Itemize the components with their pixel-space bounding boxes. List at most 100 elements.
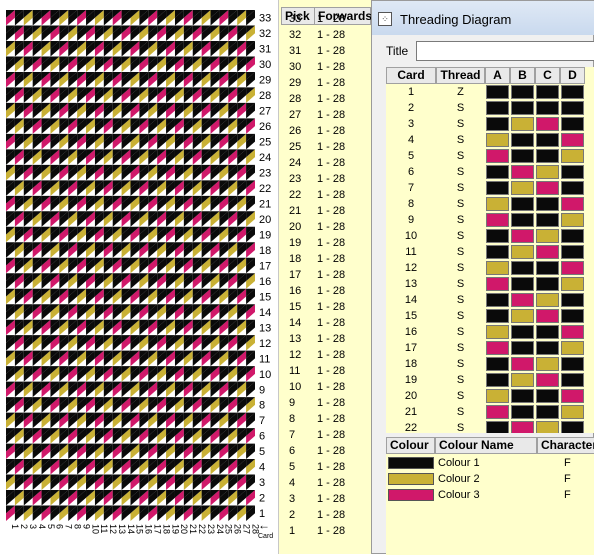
hole-c-cell[interactable]	[536, 341, 559, 355]
hole-b-cell[interactable]	[511, 117, 534, 131]
pick-number[interactable]: 22	[289, 187, 315, 203]
hole-b-cell[interactable]	[511, 421, 534, 433]
hole-b-cell[interactable]	[511, 245, 534, 259]
colour-character[interactable]: F	[564, 471, 571, 487]
window-icon[interactable]: ⁘	[378, 12, 392, 26]
hole-c-cell[interactable]	[536, 133, 559, 147]
pick-forwards[interactable]: 1 - 28	[317, 379, 369, 395]
pick-number[interactable]: 10	[289, 379, 315, 395]
pick-number[interactable]: 29	[289, 75, 315, 91]
pick-forwards[interactable]: 1 - 28	[317, 331, 369, 347]
colour-character[interactable]: F	[564, 455, 571, 471]
hole-b-cell[interactable]	[511, 261, 534, 275]
pick-number[interactable]: 20	[289, 219, 315, 235]
hole-a-cell[interactable]	[486, 165, 509, 179]
pick-forwards[interactable]: 1 - 28	[317, 139, 369, 155]
hole-b-cell[interactable]	[511, 373, 534, 387]
hole-c-cell[interactable]	[536, 309, 559, 323]
pick-forwards[interactable]: 1 - 28	[317, 123, 369, 139]
hole-d-cell[interactable]	[561, 245, 584, 259]
character-header[interactable]: Character	[537, 437, 594, 454]
pick-number[interactable]: 28	[289, 91, 315, 107]
hole-c-cell[interactable]	[536, 277, 559, 291]
hole-d-cell[interactable]	[561, 357, 584, 371]
hole-b-cell[interactable]	[511, 389, 534, 403]
pick-number[interactable]: 21	[289, 203, 315, 219]
hole-b-cell[interactable]	[511, 277, 534, 291]
colour-name[interactable]: Colour 1	[438, 455, 480, 471]
pick-forwards[interactable]: 1 - 28	[317, 507, 369, 523]
pick-forwards[interactable]: 1 - 28	[317, 395, 369, 411]
hole-d-cell[interactable]	[561, 421, 584, 433]
hole-d-cell[interactable]	[561, 309, 584, 323]
pick-forwards[interactable]: 1 - 28	[317, 427, 369, 443]
pick-forwards[interactable]: 1 - 28	[317, 235, 369, 251]
card-number[interactable]: 18	[386, 356, 436, 372]
hole-b-cell[interactable]	[511, 165, 534, 179]
hole-a-cell[interactable]	[486, 149, 509, 163]
hole-d-cell[interactable]	[561, 341, 584, 355]
card-number[interactable]: 11	[386, 244, 436, 260]
pick-number[interactable]: 9	[289, 395, 315, 411]
thread-direction[interactable]: S	[436, 356, 485, 372]
pick-forwards[interactable]: 1 - 28	[317, 219, 369, 235]
card-number[interactable]: 9	[386, 212, 436, 228]
hole-c-cell[interactable]	[536, 197, 559, 211]
card-number[interactable]: 21	[386, 404, 436, 420]
card-number[interactable]: 22	[386, 420, 436, 433]
hole-c-header[interactable]: C	[535, 67, 560, 84]
hole-a-cell[interactable]	[486, 213, 509, 227]
hole-c-cell[interactable]	[536, 229, 559, 243]
thread-direction[interactable]: S	[436, 148, 485, 164]
hole-b-cell[interactable]	[511, 405, 534, 419]
pick-forwards[interactable]: 1 - 28	[317, 411, 369, 427]
pick-forwards[interactable]: 1 - 28	[317, 107, 369, 123]
hole-d-cell[interactable]	[561, 389, 584, 403]
pick-number[interactable]: 27	[289, 107, 315, 123]
pick-number[interactable]: 7	[289, 427, 315, 443]
pick-forwards[interactable]: 1 - 28	[317, 459, 369, 475]
thread-direction[interactable]: S	[436, 180, 485, 196]
hole-c-cell[interactable]	[536, 117, 559, 131]
hole-d-cell[interactable]	[561, 213, 584, 227]
hole-b-cell[interactable]	[511, 133, 534, 147]
thread-direction[interactable]: S	[436, 100, 485, 116]
pick-forwards[interactable]: 1 - 28	[317, 11, 369, 27]
pick-number[interactable]: 24	[289, 155, 315, 171]
pick-forwards[interactable]: 1 - 28	[317, 475, 369, 491]
pick-forwards[interactable]: 1 - 28	[317, 523, 369, 539]
pick-forwards[interactable]: 1 - 28	[317, 315, 369, 331]
hole-b-cell[interactable]	[511, 213, 534, 227]
hole-d-cell[interactable]	[561, 101, 584, 115]
hole-a-cell[interactable]	[486, 389, 509, 403]
hole-c-cell[interactable]	[536, 325, 559, 339]
hole-a-cell[interactable]	[486, 229, 509, 243]
pick-forwards[interactable]: 1 - 28	[317, 251, 369, 267]
hole-d-cell[interactable]	[561, 85, 584, 99]
hole-d-cell[interactable]	[561, 181, 584, 195]
hole-d-cell[interactable]	[561, 293, 584, 307]
card-number[interactable]: 16	[386, 324, 436, 340]
hole-a-header[interactable]: A	[485, 67, 510, 84]
hole-b-cell[interactable]	[511, 357, 534, 371]
pick-number[interactable]: 18	[289, 251, 315, 267]
hole-d-cell[interactable]	[561, 261, 584, 275]
hole-c-cell[interactable]	[536, 181, 559, 195]
thread-direction[interactable]: S	[436, 196, 485, 212]
hole-a-cell[interactable]	[486, 277, 509, 291]
hole-c-cell[interactable]	[536, 165, 559, 179]
card-number[interactable]: 7	[386, 180, 436, 196]
pick-number[interactable]: 4	[289, 475, 315, 491]
thread-direction[interactable]: S	[436, 132, 485, 148]
hole-b-cell[interactable]	[511, 325, 534, 339]
hole-a-cell[interactable]	[486, 197, 509, 211]
colour-swatch[interactable]	[388, 473, 434, 485]
pick-number[interactable]: 16	[289, 283, 315, 299]
hole-c-cell[interactable]	[536, 421, 559, 433]
hole-c-cell[interactable]	[536, 293, 559, 307]
pick-forwards[interactable]: 1 - 28	[317, 43, 369, 59]
thread-header[interactable]: Thread	[436, 67, 485, 84]
thread-direction[interactable]: S	[436, 340, 485, 356]
hole-a-cell[interactable]	[486, 101, 509, 115]
hole-d-cell[interactable]	[561, 229, 584, 243]
